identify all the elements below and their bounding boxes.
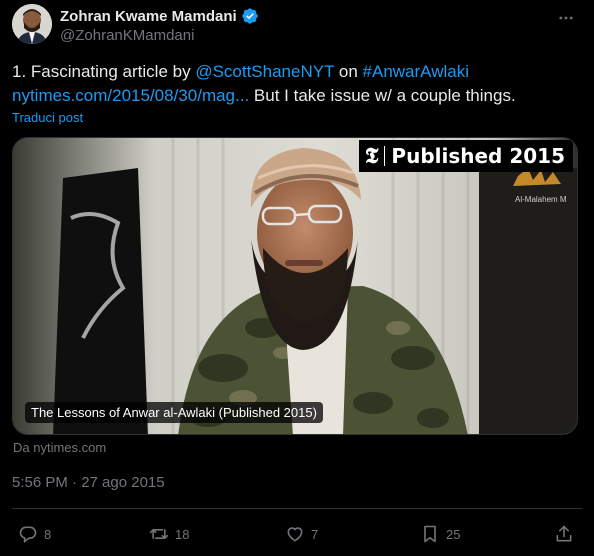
avatar[interactable]: [12, 4, 52, 44]
article-url-link[interactable]: nytimes.com/2015/08/30/mag...: [12, 86, 249, 105]
more-options-icon[interactable]: [556, 8, 576, 28]
nyt-logo-icon: 𝕿: [364, 143, 379, 169]
card-image: Al-Malahem M: [13, 138, 577, 434]
repost-count: 18: [175, 526, 190, 542]
author-handle[interactable]: @ZohranKMamdani: [60, 27, 194, 44]
tweet-header: Zohran Kwame Mamdani @ZohranKMamdani: [12, 4, 582, 48]
author-name[interactable]: Zohran Kwame Mamdani: [60, 8, 237, 25]
card-source[interactable]: Da nytimes.com: [13, 440, 106, 455]
divider: [12, 508, 582, 509]
author-name-row: Zohran Kwame Mamdani: [60, 7, 259, 25]
bookmark-icon: [420, 524, 440, 544]
bookmark-count: 25: [446, 526, 461, 542]
share-icon: [554, 524, 574, 544]
tweet-text-prefix: 1. Fascinating article by: [12, 62, 196, 81]
hashtag-link[interactable]: #AnwarAwlaki: [363, 62, 469, 81]
badge-divider: [384, 146, 386, 166]
reply-count: 8: [44, 526, 52, 542]
like-count: 7: [311, 526, 319, 542]
tweet-text-middle: on: [334, 62, 363, 81]
card-title: The Lessons of Anwar al-Awlaki (Publishe…: [25, 402, 323, 423]
tweet-text-suffix: But I take issue w/ a couple things.: [249, 86, 516, 105]
reply-icon: [18, 524, 38, 544]
tweet-text: 1. Fascinating article by @ScottShaneNYT…: [12, 60, 582, 108]
share-button[interactable]: [554, 524, 574, 544]
published-badge: 𝕿 Published 2015: [358, 140, 573, 172]
link-preview-card[interactable]: Al-Malahem M 𝕿 Published 2015 The Lesson…: [12, 137, 578, 435]
al-malahem-watermark: Al-Malahem M: [515, 195, 567, 204]
verified-badge-icon: [241, 7, 259, 25]
reply-button[interactable]: 8: [18, 524, 51, 544]
tweet-timestamp[interactable]: 5:56 PM · 27 ago 2015: [12, 474, 165, 491]
like-button[interactable]: 7: [285, 524, 318, 544]
tweet-actions: 8 18 7 25: [12, 518, 582, 550]
heart-icon: [285, 524, 305, 544]
translate-post-link[interactable]: Traduci post: [12, 110, 83, 125]
mention-link[interactable]: @ScottShaneNYT: [195, 62, 334, 81]
published-badge-text: Published 2015: [391, 144, 565, 168]
repost-button[interactable]: 18: [149, 524, 189, 544]
bookmark-button[interactable]: 25: [420, 524, 460, 544]
repost-icon: [149, 524, 169, 544]
